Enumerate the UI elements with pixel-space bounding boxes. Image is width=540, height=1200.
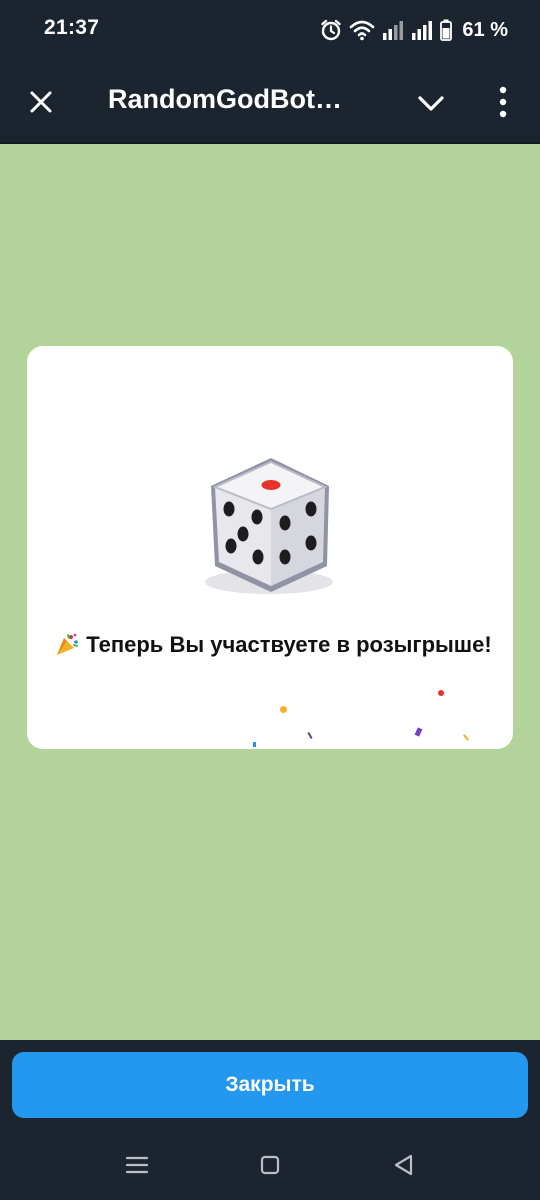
close-button[interactable]: Закрыть — [12, 1052, 528, 1118]
chevron-down-icon[interactable] — [414, 88, 448, 118]
alarm-icon — [320, 19, 342, 41]
signal-icon — [382, 19, 404, 41]
confetti-piece — [462, 734, 470, 741]
app-header: RandomGodBot… — [0, 58, 540, 144]
dice-icon — [205, 458, 333, 594]
party-popper-icon — [57, 633, 79, 655]
home-icon[interactable] — [255, 1152, 285, 1178]
status-bar: 21:37 61 % — [0, 0, 540, 58]
wifi-icon — [349, 19, 375, 41]
signal-icon — [411, 19, 433, 41]
close-icon[interactable] — [26, 87, 56, 117]
result-card: Теперь Вы участвуете в розыгрыше! — [27, 346, 513, 749]
status-icons: 61 % — [320, 17, 508, 43]
page-title: RandomGodBot… — [108, 84, 342, 114]
confetti-piece — [253, 742, 256, 747]
confetti-dot — [438, 690, 444, 696]
navigation-bar — [0, 1130, 540, 1200]
participation-message: Теперь Вы участвуете в розыгрыше! — [43, 628, 503, 662]
status-time: 21:37 — [44, 16, 100, 39]
back-icon[interactable] — [389, 1152, 419, 1178]
message-text: Теперь Вы участвуете в розыгрыше! — [86, 632, 492, 657]
battery-icon — [440, 19, 453, 41]
more-vertical-icon[interactable] — [490, 84, 516, 120]
bottom-bar: Закрыть — [0, 1040, 540, 1130]
webview-area: Теперь Вы участвуете в розыгрыше! — [0, 144, 540, 1040]
confetti-piece — [414, 727, 423, 737]
confetti-dot — [280, 706, 287, 713]
battery-percent: 61 % — [462, 18, 508, 41]
menu-icon[interactable] — [122, 1152, 152, 1178]
confetti-piece — [307, 731, 313, 740]
